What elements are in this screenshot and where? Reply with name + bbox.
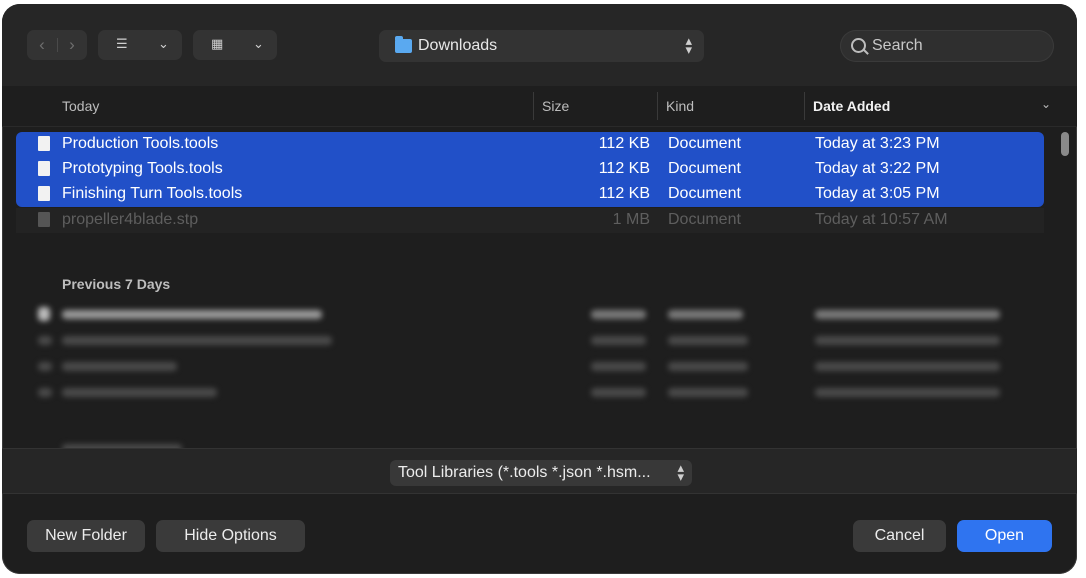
blurred-row [16,328,1044,353]
file-name: Finishing Turn Tools.tools [62,185,243,202]
scrollbar[interactable] [1056,126,1074,448]
search-input[interactable] [870,35,1044,57]
file-name: propeller4blade.stp [62,211,199,228]
file-kind: Document [668,211,741,228]
forward-arrow-icon[interactable]: › [57,35,87,55]
new-folder-button[interactable]: New Folder [27,520,145,552]
file-size: 1 MB [612,211,650,228]
chevron-down-icon: ⌄ [158,36,169,51]
scrollbar-thumb[interactable] [1061,132,1069,156]
blurred-row [16,302,1044,327]
file-list: Production Tools.tools 112 KB Document T… [2,126,1077,448]
back-arrow-icon[interactable]: ‹ [27,35,57,55]
file-name: Production Tools.tools [62,135,219,152]
section-header-previous-7-days: Previous 7 Days [62,276,171,292]
document-icon [38,186,50,201]
column-date-added[interactable]: Date Added [813,98,890,114]
hide-options-button[interactable]: Hide Options [156,520,305,552]
column-header: Today Size Kind Date Added ⌄ [2,86,1077,127]
up-down-chevron-icon: ▴ ▾ [685,33,692,57]
location-label: Downloads [418,37,498,54]
table-row: propeller4blade.stp 1 MB Document Today … [16,208,1044,233]
table-row[interactable]: Prototyping Tools.tools 112 KB Document … [16,157,1044,182]
open-file-dialog: ‹ › ☰ ⌄ ▦ ⌄ Downloads ▴▾ Today Size Kind… [2,4,1077,574]
blurred-row [16,354,1044,379]
document-icon [38,136,50,151]
search-field[interactable] [840,30,1054,62]
column-divider[interactable] [657,92,658,120]
file-kind: Document [668,135,741,152]
search-icon [851,38,866,53]
list-view-button[interactable]: ☰ ⌄ [98,30,182,60]
column-name[interactable]: Today [62,98,99,114]
file-type-popup[interactable]: Tool Libraries (*.tools *.json *.hsm... … [390,460,692,486]
document-icon [38,161,50,176]
grid-view-button[interactable]: ▦ ⌄ [193,30,277,60]
back-forward-control: ‹ › [27,30,87,60]
file-date: Today at 3:23 PM [815,135,940,152]
column-kind[interactable]: Kind [666,98,694,114]
table-row[interactable]: Production Tools.tools 112 KB Document T… [16,132,1044,157]
column-size[interactable]: Size [542,98,569,114]
document-icon [38,212,50,227]
file-type-bar: Tool Libraries (*.tools *.json *.hsm... … [2,448,1077,494]
cancel-button[interactable]: Cancel [853,520,946,552]
file-size: 112 KB [598,160,650,177]
up-down-chevron-icon: ▴ ▾ [677,460,684,484]
column-divider[interactable] [804,92,805,120]
open-button[interactable]: Open [957,520,1052,552]
chevron-down-icon[interactable]: ⌄ [1041,97,1051,111]
folder-icon [395,36,412,53]
toolbar: ‹ › ☰ ⌄ ▦ ⌄ Downloads ▴ ▾ [2,4,1077,86]
column-divider[interactable] [533,92,534,120]
file-date: Today at 10:57 AM [815,211,948,228]
file-size: 112 KB [598,135,650,152]
blurred-section-header [16,440,1044,448]
grid-view-icon: ▦ [211,36,224,51]
location-popup[interactable]: Downloads ▴ ▾ [379,30,704,62]
file-date: Today at 3:22 PM [815,160,940,177]
file-date: Today at 3:05 PM [815,185,940,202]
table-row[interactable]: Finishing Turn Tools.tools 112 KB Docume… [16,182,1044,207]
divider [57,38,58,52]
file-name: Prototyping Tools.tools [62,160,223,177]
file-kind: Document [668,160,741,177]
file-kind: Document [668,185,741,202]
blurred-row [16,380,1044,405]
list-view-icon: ☰ [116,36,128,51]
chevron-down-icon: ⌄ [253,36,264,51]
file-type-label: Tool Libraries (*.tools *.json *.hsm... [398,464,651,481]
file-size: 112 KB [598,185,650,202]
